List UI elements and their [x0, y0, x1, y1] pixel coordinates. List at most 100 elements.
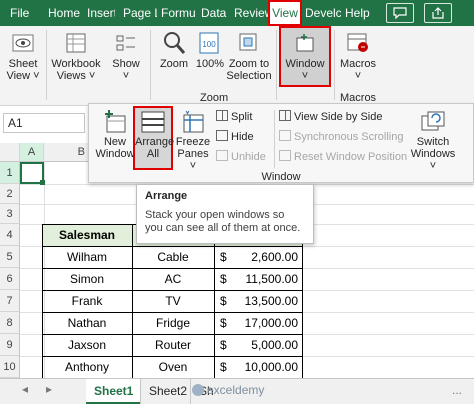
table-cell-product[interactable]: Fridge	[132, 312, 214, 334]
hide-icon	[216, 130, 228, 141]
row-header-10[interactable]: 10	[0, 356, 20, 378]
hide-button[interactable]: Hide	[216, 128, 254, 146]
table-cell-name[interactable]: Wilham	[42, 246, 132, 268]
table-cell-currency: $	[220, 250, 227, 264]
table-cell-name[interactable]: Nathan	[42, 312, 132, 334]
tab-view[interactable]: View	[268, 0, 302, 26]
zoom-100-button[interactable]: 100 100%	[194, 28, 226, 90]
tab-formulas[interactable]: Formu	[161, 0, 195, 26]
fill-handle[interactable]	[40, 180, 45, 185]
tab-insert[interactable]: Insert	[87, 0, 115, 26]
workbook-views-icon	[50, 28, 102, 58]
split-icon	[216, 110, 228, 121]
side-by-side-icon	[279, 110, 291, 121]
magnifier-icon	[156, 28, 192, 58]
show-icon	[108, 28, 144, 58]
sheet-tab-sheet2[interactable]: Sheet2	[140, 379, 195, 404]
table-border	[302, 224, 303, 378]
arrange-all-button[interactable]: Arrange All	[133, 106, 175, 170]
tab-review[interactable]: Review	[234, 0, 268, 26]
table-cell-amount[interactable]: 10,000.00	[236, 356, 298, 378]
table-cell-amount[interactable]: 2,600.00	[236, 246, 298, 268]
freeze-panes-button[interactable]: Freeze Panes ˅	[175, 108, 211, 172]
tooltip-title: Arrange	[145, 190, 188, 202]
prev-sheet-arrow[interactable]: ◂	[22, 382, 28, 396]
table-cell-currency: $	[220, 360, 227, 374]
comments-icon[interactable]	[386, 3, 414, 23]
row-header-9[interactable]: 9	[0, 334, 20, 356]
tab-home[interactable]: Home	[48, 0, 82, 26]
synchronous-scrolling-label: Synchronous Scrolling	[294, 131, 404, 143]
table-cell-currency: $	[220, 316, 227, 330]
table-cell-name[interactable]: Simon	[42, 268, 132, 290]
unhide-button[interactable]: Unhide	[216, 148, 266, 166]
row-header-4[interactable]: 4	[0, 224, 20, 246]
select-all-corner[interactable]	[0, 143, 20, 162]
ribbon-tab-bar: File Home Insert Page L Formu Data Revie…	[0, 0, 474, 26]
show-button[interactable]: Show ˅	[108, 28, 144, 90]
split-button[interactable]: Split	[216, 108, 252, 126]
row-header-8[interactable]: 8	[0, 312, 20, 334]
tab-data[interactable]: Data	[201, 0, 231, 26]
group-separator	[150, 30, 151, 100]
table-cell-amount[interactable]: 5,000.00	[236, 334, 298, 356]
tab-page-layout[interactable]: Page L	[123, 0, 157, 26]
zoom-to-selection-button[interactable]: Zoom to Selection	[226, 28, 272, 90]
more-sheets-button[interactable]: ...	[452, 383, 462, 397]
next-sheet-arrow[interactable]: ▸	[46, 382, 52, 396]
table-cell-name[interactable]: Anthony	[42, 356, 132, 378]
watermark-logo-icon	[192, 384, 204, 396]
table-cell-product[interactable]: Router	[132, 334, 214, 356]
view-side-by-side-button[interactable]: View Side by Side	[279, 108, 382, 126]
new-window-label: New Window	[95, 136, 135, 160]
workbook-views-button[interactable]: Workbook Views ˅	[50, 28, 102, 90]
arrange-all-icon	[135, 108, 171, 136]
unhide-label: Unhide	[231, 151, 266, 163]
arrange-tooltip: Arrange Stack your open windows so you c…	[136, 184, 314, 244]
column-header-a[interactable]: A	[20, 143, 44, 162]
zoom-button[interactable]: Zoom	[156, 28, 192, 90]
share-icon[interactable]	[424, 3, 452, 23]
new-window-button[interactable]: New Window	[95, 108, 135, 160]
watermark: exceldemy	[192, 383, 264, 397]
row-header-5[interactable]: 5	[0, 246, 20, 268]
group-separator	[334, 30, 335, 100]
macros-button[interactable]: Macros ˅	[338, 28, 378, 90]
switch-windows-button[interactable]: Switch Windows ˅	[407, 108, 459, 172]
table-cell-amount[interactable]: 17,000.00	[236, 312, 298, 334]
salesman-header-cell[interactable]: Salesman	[42, 224, 132, 246]
table-cell-name[interactable]: Frank	[42, 290, 132, 312]
table-cell-product[interactable]: Oven	[132, 356, 214, 378]
tab-developer[interactable]: Develc	[305, 0, 341, 26]
unhide-icon	[216, 150, 228, 161]
row-header-6[interactable]: 6	[0, 268, 20, 290]
freeze-panes-icon	[175, 108, 211, 136]
table-cell-amount[interactable]: 13,500.00	[236, 290, 298, 312]
zoom-100-icon-text: 100	[202, 40, 216, 49]
reset-window-position-button[interactable]: Reset Window Position	[279, 148, 407, 166]
zoom-selection-icon	[226, 28, 272, 58]
table-cell-amount[interactable]: 11,500.00	[236, 268, 299, 290]
sheet-view-button[interactable]: Sheet View ˅	[4, 28, 42, 90]
tab-file[interactable]: File	[10, 0, 38, 26]
table-cell-name[interactable]: Jaxson	[42, 334, 132, 356]
name-box[interactable]: A1	[3, 113, 85, 133]
row-header-7[interactable]: 7	[0, 290, 20, 312]
eye-icon	[4, 28, 42, 58]
row-header-1[interactable]: 1	[0, 162, 20, 184]
sheet-tab-sheet1[interactable]: Sheet1	[86, 379, 142, 404]
row-header-2[interactable]: 2	[0, 184, 20, 204]
freeze-panes-label: Freeze Panes ˅	[175, 136, 211, 172]
table-cell-product[interactable]: AC	[132, 268, 214, 290]
show-label: Show ˅	[112, 58, 140, 82]
tab-help[interactable]: Help	[345, 0, 371, 26]
hide-label: Hide	[231, 131, 254, 143]
table-cell-currency: $	[220, 272, 227, 286]
table-cell-product[interactable]: Cable	[132, 246, 214, 268]
arrange-all-label: Arrange All	[135, 136, 175, 160]
table-cell-currency: $	[220, 294, 227, 308]
row-header-3[interactable]: 3	[0, 204, 20, 224]
synchronous-scrolling-button[interactable]: Synchronous Scrolling	[279, 128, 403, 146]
window-button[interactable]: Window ˅	[279, 26, 331, 87]
table-cell-product[interactable]: TV	[132, 290, 214, 312]
